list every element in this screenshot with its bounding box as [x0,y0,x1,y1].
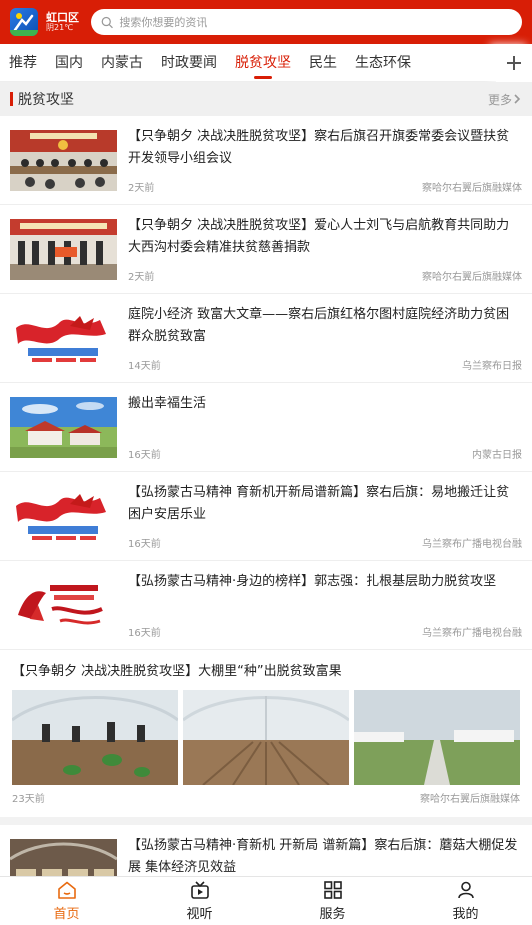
tab-recommend[interactable]: 推荐 [0,44,46,82]
home-icon [57,881,76,899]
section-accent-bar [10,92,13,106]
tab-poverty-alleviation[interactable]: 脱贫攻坚 [226,44,300,82]
article-title: 【弘扬蒙古马精神·育新机 开新局 谱新篇】察右后旗：蘑菇大棚促发展 集体经济见效… [128,838,518,875]
article-source: 察哈尔右翼后旗融媒体 [422,272,522,283]
nav-home[interactable]: 首页 [0,877,133,925]
top-header: 虹口区 阴21℃ [0,0,532,44]
article-title: 【弘扬蒙古马精神·身边的榜样】郭志强：扎根基层助力脱贫攻坚 [128,574,497,589]
tab-inner-mongolia[interactable]: 内蒙古 [92,44,152,82]
nav-profile[interactable]: 我的 [399,877,532,925]
gallery-image [183,690,349,785]
category-tabs: 推荐 国内 内蒙古 时政要闻 脱贫攻坚 民生 生态环保 [0,44,532,82]
article-source: 内蒙古日报 [472,450,522,461]
user-icon [457,881,474,898]
article-thumbnail [10,575,117,636]
list-item[interactable]: 庭院小经济 致富大文章——察右后旗红格尔图村庭院经济助力贫困群众脱贫致富 14天… [0,294,532,383]
section-header: 脱贫攻坚 更多 [0,82,532,116]
article-list: 【只争朝夕 决战决胜脱贫攻坚】察右后旗召开旗委常委会议暨扶贫开发领导小组会议 2… [0,116,532,876]
article-thumbnail [10,308,117,369]
article-time: 16天前 [128,539,161,550]
more-label: 更多 [487,92,512,107]
article-source: 察哈尔右翼后旗融媒体 [422,183,522,194]
article-title: 【只争朝夕 决战决胜脱贫攻坚】大棚里“种”出脱贫致富果 [12,664,342,679]
article-thumbnail [10,130,117,191]
article-thumbnail [10,219,117,280]
nav-label: 服务 [319,906,346,922]
more-link[interactable]: 更多 [488,91,522,108]
article-source: 乌兰察布日报 [462,361,522,372]
list-item[interactable]: 【弘扬蒙古马精神 育新机开新局谱新篇】察右后旗：易地搬迁让贫困户安居乐业 16天… [0,472,532,561]
location-name: 虹口区 [46,10,79,24]
article-title: 【弘扬蒙古马精神 育新机开新局谱新篇】察右后旗：易地搬迁让贫困户安居乐业 [128,485,510,522]
tab-ecology[interactable]: 生态环保 [346,44,420,82]
search-bar[interactable] [91,9,522,35]
nav-label: 我的 [452,906,479,922]
tab-politics[interactable]: 时政要闻 [152,44,226,82]
article-time: 14天前 [128,361,161,372]
list-item[interactable]: 【只争朝夕 决战决胜脱贫攻坚】察右后旗召开旗委常委会议暨扶贫开发领导小组会议 2… [0,116,532,205]
article-time: 16天前 [128,628,161,639]
article-title: 庭院小经济 致富大文章——察右后旗红格尔图村庭院经济助力贫困群众脱贫致富 [128,307,510,344]
search-input[interactable] [119,15,512,29]
nav-label: 视听 [186,906,213,922]
gallery-image [354,690,520,785]
location-weather[interactable]: 虹口区 阴21℃ [46,10,79,33]
article-thumbnail [10,486,117,547]
grid-icon [323,880,342,899]
list-item[interactable]: 搬出幸福生活 16天前 内蒙古日报 [0,383,532,472]
chevron-right-icon [514,94,521,104]
nav-services[interactable]: 服务 [266,877,399,925]
article-source: 乌兰察布广播电视台融 [422,539,522,550]
add-tab-button[interactable] [496,44,532,82]
article-time: 16天前 [128,450,161,461]
nav-label: 首页 [53,906,80,922]
weather-text: 阴21℃ [46,22,74,32]
plus-icon [507,56,521,70]
article-title: 【只争朝夕 决战决胜脱贫攻坚】爱心人士刘飞与启航教育共同助力大西沟村委会精准扶贫… [128,218,510,255]
article-title: 【只争朝夕 决战决胜脱贫攻坚】察右后旗召开旗委常委会议暨扶贫开发领导小组会议 [128,129,510,166]
video-icon [190,880,209,899]
article-title: 搬出幸福生活 [128,396,207,411]
gallery-image [12,690,178,785]
article-source: 察哈尔右翼后旗融媒体 [420,794,520,805]
bottom-navigation: 首页 视听 服务 我的 [0,876,532,925]
gallery-images [12,690,520,785]
article-source: 乌兰察布广播电视台融 [422,628,522,639]
tab-livelihood[interactable]: 民生 [300,44,346,82]
article-time: 2天前 [128,183,155,194]
tab-domestic[interactable]: 国内 [46,44,92,82]
article-time: 23天前 [12,794,45,805]
section-title: 脱贫攻坚 [18,92,74,108]
list-item[interactable]: 【弘扬蒙古马精神·身边的榜样】郭志强：扎根基层助力脱贫攻坚 16天前 乌兰察布广… [0,561,532,650]
article-thumbnail [10,397,117,458]
app-root: 虹口区 阴21℃ 推荐 国内 内蒙古 时政要闻 脱贫攻坚 民生 生态环保 脱贫攻… [0,0,532,925]
search-icon [101,16,113,28]
list-item[interactable]: 【只争朝夕 决战决胜脱贫攻坚】爱心人士刘飞与启航教育共同助力大西沟村委会精准扶贫… [0,205,532,294]
nav-video[interactable]: 视听 [133,877,266,925]
article-thumbnail [10,839,117,876]
app-logo[interactable] [10,8,38,36]
list-item-gallery[interactable]: 【只争朝夕 决战决胜脱贫攻坚】大棚里“种”出脱贫致富果 23天前 察哈尔右翼后旗… [0,650,532,825]
article-time: 2天前 [128,272,155,283]
list-item[interactable]: 【弘扬蒙古马精神·育新机 开新局 谱新篇】察右后旗：蘑菇大棚促发展 集体经济见效… [0,825,532,876]
